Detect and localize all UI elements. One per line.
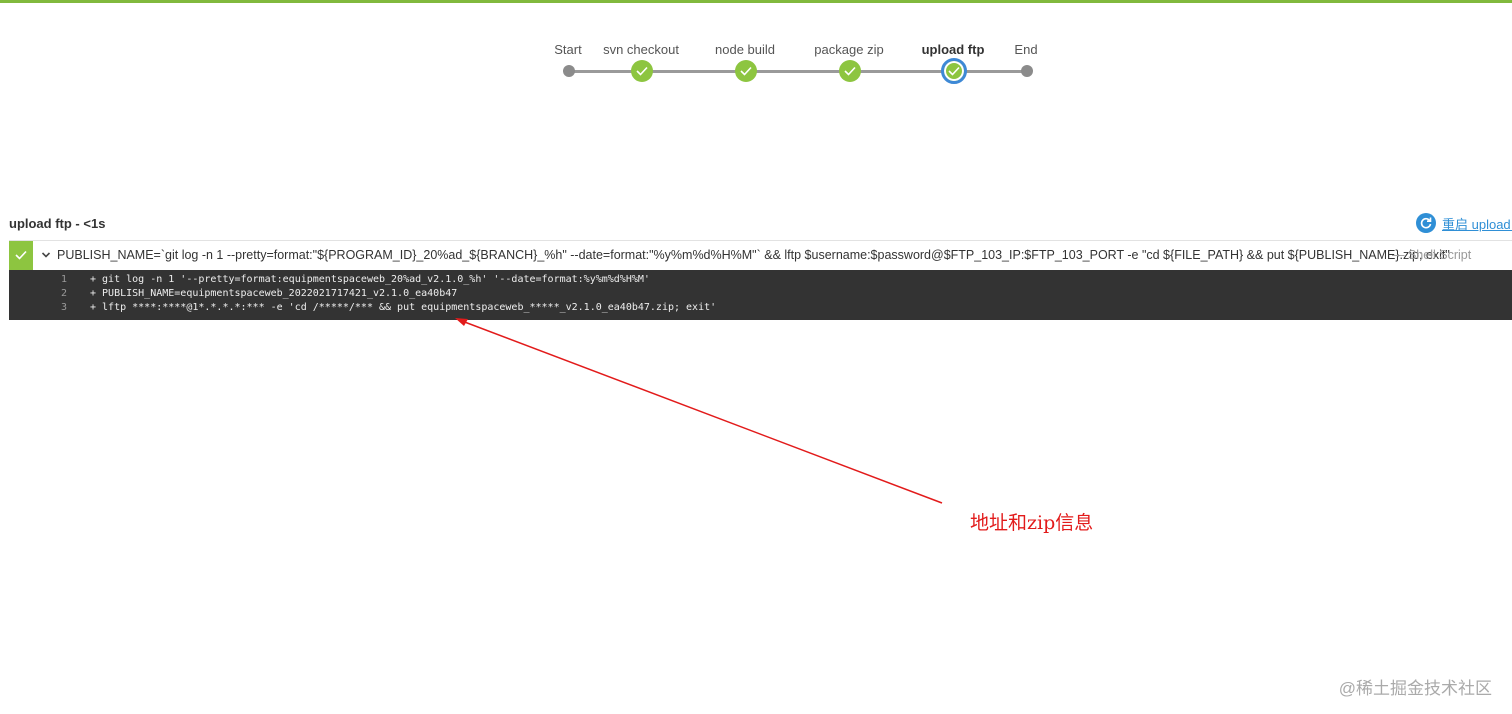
annotation-note: 地址和zip信息 — [970, 512, 1094, 534]
annotation-arrow — [455, 318, 943, 504]
watermark: @稀土掘金技术社区 — [1338, 679, 1492, 698]
